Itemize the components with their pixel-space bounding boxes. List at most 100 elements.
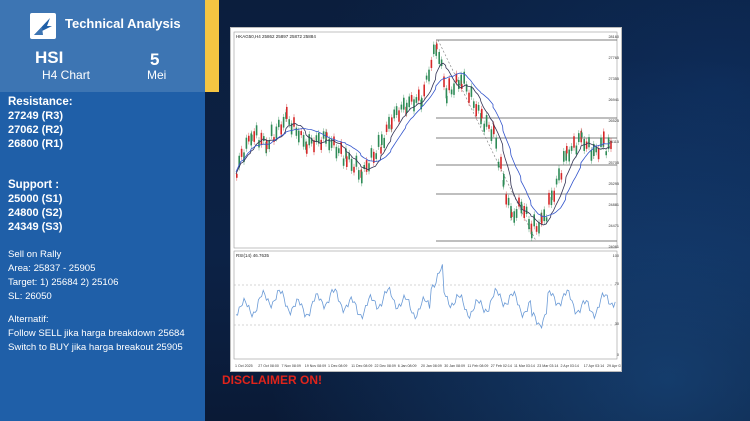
candle-body [400, 104, 403, 110]
candle-body [288, 119, 290, 125]
candle-body [263, 136, 265, 141]
candle-body [575, 145, 578, 155]
candle-body [353, 166, 355, 173]
candle-body [523, 206, 525, 218]
date-tick-label: 6 Jan 08:09 [398, 364, 417, 368]
candle-body [410, 95, 413, 102]
candle-body [380, 147, 382, 154]
candle-body [438, 51, 440, 64]
candle-body [558, 168, 560, 181]
candle-body [377, 134, 380, 147]
candle-body [418, 89, 420, 101]
candle-body [342, 158, 345, 166]
candle-body [533, 214, 535, 227]
date-axis: 1 Oct 2025 27 Oct 08:00 7 Nov 08:09 19 Nov … [235, 364, 627, 368]
ticker-symbol: HSI [35, 48, 64, 67]
candle-body [253, 131, 255, 142]
candle-body [236, 173, 238, 178]
candle-body [393, 109, 395, 119]
resistance-level: 27249 (R3) [8, 110, 64, 122]
candle-body [381, 134, 383, 145]
candle-body [278, 119, 280, 128]
plan-target: Target: 1) 25684 2) 25106 [8, 277, 119, 288]
candle-body [581, 132, 583, 138]
candle-body [428, 69, 430, 82]
disclaimer-label: DISCLAIMER ON! [222, 373, 322, 387]
candle-body [391, 117, 393, 129]
candle-body [240, 148, 243, 157]
alternatif-sell: Follow SELL jika harga breakdown 25684 [8, 328, 185, 339]
price-tick-label: 26525 [608, 119, 619, 123]
candle-body [488, 124, 490, 129]
candle-body [260, 132, 263, 145]
candle-body [553, 190, 555, 202]
date-tick-label: 22 Dec 08:09 [375, 364, 396, 368]
candle-body [395, 106, 398, 116]
candle-body [282, 116, 285, 128]
candle-body [423, 84, 425, 97]
candle-body [573, 136, 575, 148]
date-month: Mei [147, 68, 167, 82]
candle-body [538, 222, 540, 234]
candle-body [403, 97, 405, 110]
candle-body [468, 92, 470, 103]
candle-body [425, 75, 428, 80]
candle-body [513, 211, 515, 223]
chart-timeframe: H4 Chart [42, 68, 91, 82]
candle-body [473, 101, 475, 108]
price-tick-label: 26115 [609, 140, 619, 144]
candle-body [335, 146, 338, 159]
candle-body [555, 178, 558, 185]
date-tick-label: 27 Oct 08:00 [258, 364, 279, 368]
candle-body [385, 124, 388, 132]
header-box: Technical Analysis HSI H4 Chart 5 Mei [0, 0, 205, 92]
candle-body [413, 99, 415, 112]
candle-body [545, 217, 548, 222]
price-tick-label: 25705 [608, 161, 619, 165]
rsi-tick-label: 70 [615, 282, 619, 286]
candle-body [588, 137, 590, 148]
candle-body [560, 173, 563, 180]
candle-body [585, 141, 588, 149]
candle-body [286, 106, 288, 119]
candle-body [450, 89, 453, 95]
candle-body [505, 194, 507, 205]
price-tick-label: 27765 [608, 56, 619, 60]
candle-body [361, 171, 363, 184]
candle-body [298, 130, 300, 143]
candle-body [436, 43, 438, 50]
rsi-tick-label: 0 [617, 353, 619, 357]
candle-body [320, 139, 322, 150]
candle-body [490, 129, 493, 141]
candle-body [548, 192, 550, 205]
plan-area: Area: 25837 - 25905 [8, 263, 96, 274]
price-chart[interactable]: HKAG50,H4 25862 25897 25872 25884 RSI(14… [230, 27, 691, 372]
price-tick-label: 26941 [608, 98, 619, 102]
candle-body [515, 209, 518, 218]
price-tick-label: 28160 [608, 35, 619, 39]
candle-body [440, 59, 443, 67]
price-tick-label: 24881 [608, 203, 619, 207]
candle-body [313, 140, 315, 153]
rsi-tick-label: 30 [615, 322, 619, 326]
plan-stop-loss: SL: 26050 [8, 291, 52, 302]
candle-body [346, 156, 348, 167]
rsi-label: RSI(14) 46.7635 [236, 253, 270, 258]
candle-body [525, 206, 528, 215]
candle-body [255, 125, 258, 136]
candle-body [300, 131, 302, 136]
price-tick-label: 24061 [608, 245, 619, 249]
support-level: 24800 (S2) [8, 207, 63, 219]
candle-body [578, 133, 580, 143]
logo-icon [30, 13, 56, 39]
candle-body [245, 137, 248, 149]
date-tick-label: 30 Jan 08:09 [444, 364, 465, 368]
candle-body [600, 137, 602, 148]
candle-body [477, 104, 480, 111]
candle-body [383, 137, 385, 148]
date-tick-label: 17 Apr 03:14 [584, 364, 604, 368]
candle-body [302, 134, 305, 147]
accent-stripe [205, 0, 219, 92]
plan-title: Sell on Rally [8, 249, 62, 260]
candle-body [531, 231, 533, 239]
